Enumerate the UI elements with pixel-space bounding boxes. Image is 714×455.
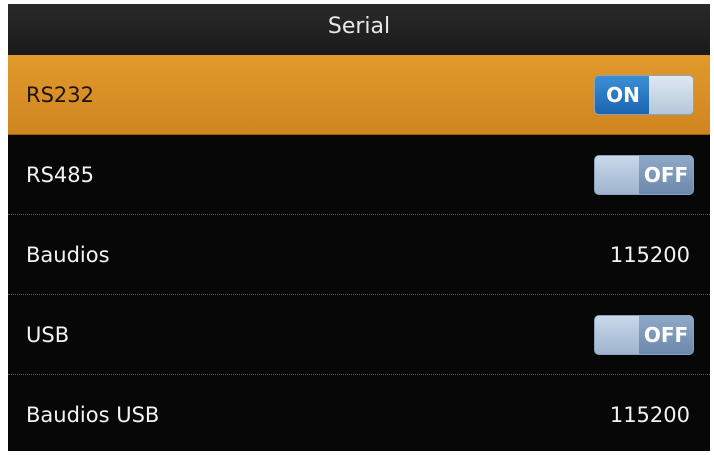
toggle-state-label: OFF <box>639 155 693 194</box>
row-label: USB <box>26 322 70 347</box>
usb-baud-rate-value: 115200 <box>609 402 690 427</box>
toggle-knob <box>595 155 641 194</box>
menu-row-usb[interactable]: USB OFF <box>8 295 710 375</box>
menu-row-baudios[interactable]: Baudios 115200 <box>8 215 710 295</box>
row-label: Baudios <box>26 242 110 267</box>
baud-rate-value: 115200 <box>609 242 690 267</box>
toggle-state-label: ON <box>595 75 651 114</box>
row-label: Baudios USB <box>26 402 160 427</box>
menu-row-rs485[interactable]: RS485 OFF <box>8 135 710 215</box>
page-title: Serial <box>327 14 391 39</box>
rs232-toggle[interactable]: ON <box>594 74 694 115</box>
rs485-toggle[interactable]: OFF <box>594 154 694 195</box>
toggle-knob <box>595 315 641 354</box>
usb-toggle[interactable]: OFF <box>594 314 694 355</box>
row-label: RS485 <box>26 162 95 187</box>
menu-row-rs232[interactable]: RS232 ON <box>8 55 710 135</box>
toggle-knob <box>649 75 693 114</box>
menu-row-baudios-usb[interactable]: Baudios USB 115200 <box>8 375 710 451</box>
title-bar: Serial <box>8 4 710 56</box>
device-screen: Serial RS232 ON RS485 OFF Baudios 115200… <box>8 4 710 451</box>
row-label: RS232 <box>26 82 95 107</box>
toggle-state-label: OFF <box>639 315 693 354</box>
